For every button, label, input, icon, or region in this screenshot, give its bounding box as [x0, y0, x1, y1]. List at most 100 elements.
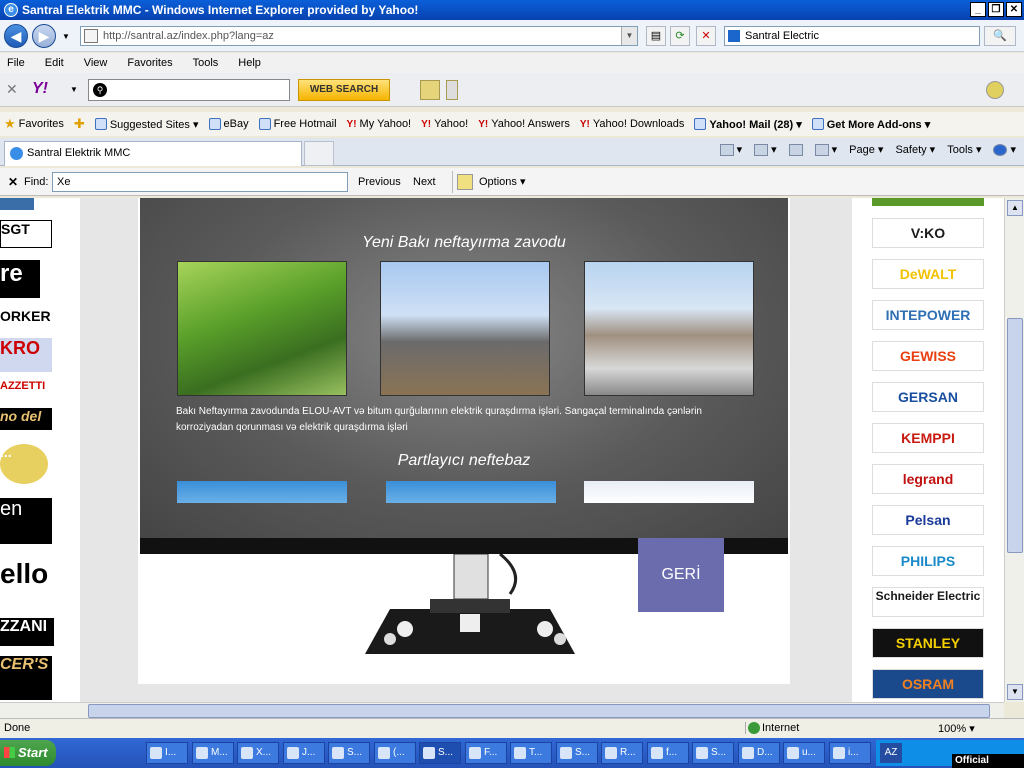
brand-logo[interactable]: INTEPOWER [872, 300, 984, 330]
brand-top-cut[interactable] [872, 198, 984, 206]
taskbar-item[interactable]: X... [237, 742, 279, 764]
horizontal-scrollbar[interactable] [0, 702, 1004, 718]
fav-get-addons[interactable]: Get More Add-ons ▾ [811, 118, 930, 131]
toolbar-settings-icon[interactable] [986, 81, 1004, 99]
taskbar-item[interactable]: R... [601, 742, 643, 764]
forward-button[interactable]: ▶ [32, 24, 56, 48]
left-logo-0[interactable] [0, 198, 34, 210]
photo-refinery-tanks[interactable] [584, 261, 754, 396]
horizontal-scroll-thumb[interactable] [88, 704, 990, 718]
taskbar-item[interactable]: S... [556, 742, 598, 764]
yahoo-dropdown-icon[interactable]: ▼ [70, 85, 78, 94]
new-tab-button[interactable] [304, 141, 334, 166]
close-button[interactable]: ✕ [1006, 2, 1022, 17]
mail-icon[interactable] [788, 143, 803, 156]
fav-yahoo[interactable]: Y! Yahoo! [421, 118, 468, 130]
home-icon[interactable]: ▾ [719, 143, 742, 156]
fav-suggested-sites[interactable]: Suggested Sites ▾ [94, 118, 199, 131]
taskbar-item[interactable]: M... [192, 742, 234, 764]
left-logo-5[interactable]: AZZETTI [0, 380, 52, 400]
help-icon[interactable]: ▾ [993, 143, 1016, 156]
search-input[interactable]: Santral Electric [724, 26, 980, 46]
left-logo-8[interactable]: en [0, 498, 52, 544]
taskbar-item[interactable]: S... [419, 742, 461, 764]
taskbar-item[interactable]: S... [692, 742, 734, 764]
print-icon[interactable]: ▾ [814, 143, 837, 156]
left-logo-2[interactable]: re [0, 260, 40, 298]
find-input[interactable]: Xe [52, 172, 348, 192]
compatibility-icon[interactable]: ▤ [646, 26, 666, 46]
minimize-button[interactable]: _ [970, 2, 986, 17]
brand-logo[interactable]: STANLEY [872, 628, 984, 658]
start-button[interactable]: Start [0, 740, 56, 766]
photo-refinery-tower[interactable] [380, 261, 550, 396]
tools-menu[interactable]: Tools ▾ [947, 143, 981, 156]
find-options-button[interactable]: Options ▾ [452, 171, 534, 193]
taskbar-item[interactable]: T... [510, 742, 552, 764]
taskbar-item[interactable]: S... [328, 742, 370, 764]
yahoo-logo[interactable]: Y! [32, 80, 48, 98]
page-menu[interactable]: Page ▾ [849, 143, 883, 156]
scroll-up-icon[interactable]: ▲ [1007, 200, 1023, 216]
brand-logo[interactable]: KEMPPI [872, 423, 984, 453]
maximize-button[interactable]: ❐ [988, 2, 1004, 17]
brand-logo[interactable]: Pelsan [872, 505, 984, 535]
photo-depot-3[interactable] [584, 481, 754, 503]
fav-yahoo-mail[interactable]: Yahoo! Mail (28) ▾ [694, 118, 802, 131]
left-logo-1[interactable]: SGT [0, 220, 52, 248]
scroll-down-icon[interactable]: ▼ [1007, 684, 1023, 700]
back-button[interactable]: ◀ [4, 24, 28, 48]
fav-free-hotmail[interactable]: Free Hotmail [258, 118, 337, 130]
left-logo-3[interactable]: ORKER [0, 308, 52, 330]
left-logo-6[interactable]: no del [0, 408, 52, 430]
brand-logo[interactable]: DeWALT [872, 259, 984, 289]
fav-my-yahoo[interactable]: Y! My Yahoo! [347, 118, 412, 130]
menu-file[interactable]: File [4, 57, 28, 69]
add-favorite-icon[interactable]: ✚ [74, 116, 85, 132]
photo-control-room[interactable] [177, 261, 347, 396]
menu-help[interactable]: Help [235, 57, 264, 69]
fav-ebay[interactable]: eBay [208, 118, 249, 130]
taskbar-item[interactable]: I... [146, 742, 188, 764]
toolbar-more-icon[interactable] [446, 80, 458, 100]
search-icon[interactable]: 🔍 [984, 26, 1016, 46]
taskbar-item[interactable]: (... [374, 742, 416, 764]
fav-yahoo-answers[interactable]: Y! Yahoo! Answers [478, 118, 570, 130]
back-geri-button[interactable]: GERİ [638, 538, 724, 612]
taskbar-item[interactable]: D... [738, 742, 780, 764]
left-logo-9[interactable]: ello [0, 558, 50, 606]
history-dropdown-icon[interactable]: ▼ [62, 32, 70, 41]
brand-logo[interactable]: PHILIPS [872, 546, 984, 576]
stop-icon[interactable]: ✕ [696, 26, 716, 46]
safety-menu[interactable]: Safety ▾ [895, 143, 935, 156]
taskbar-item[interactable]: F... [465, 742, 507, 764]
favorites-button[interactable]: ★ Favorites [4, 116, 64, 132]
brand-logo[interactable]: Schneider Electric [872, 587, 984, 617]
brand-logo[interactable]: GEWISS [872, 341, 984, 371]
photo-depot-1[interactable] [177, 481, 347, 503]
taskbar-item[interactable]: f... [647, 742, 689, 764]
brand-logo[interactable]: V:KO [872, 218, 984, 248]
left-logo-11[interactable]: CER'S [0, 656, 52, 700]
menu-edit[interactable]: Edit [42, 57, 67, 69]
left-logo-4[interactable]: KRO [0, 338, 52, 372]
brand-logo[interactable]: legrand [872, 464, 984, 494]
left-logo-10[interactable]: ZZANI [0, 618, 54, 646]
vertical-scrollbar[interactable]: ▲ ▼ [1004, 198, 1024, 702]
vertical-scroll-thumb[interactable] [1007, 318, 1023, 553]
toolbar-mail-icon[interactable] [420, 80, 440, 100]
menu-favorites[interactable]: Favorites [124, 57, 175, 69]
taskbar-item[interactable]: u... [783, 742, 825, 764]
taskbar-item[interactable]: J... [283, 742, 325, 764]
zoom-level[interactable]: 100% ▾ [938, 722, 975, 735]
menu-tools[interactable]: Tools [190, 57, 222, 69]
menu-view[interactable]: View [81, 57, 111, 69]
language-indicator[interactable]: AZ [880, 743, 902, 763]
left-logo-7[interactable]: ... [0, 444, 48, 484]
taskbar-item[interactable]: i... [829, 742, 871, 764]
close-toolbar-icon[interactable]: ✕ [6, 81, 18, 98]
tab-santral[interactable]: Santral Elektrik MMC [4, 141, 302, 166]
yahoo-search-input[interactable]: ⚲ [88, 79, 290, 101]
brand-logo[interactable]: GERSAN [872, 382, 984, 412]
photo-depot-2[interactable] [386, 481, 556, 503]
